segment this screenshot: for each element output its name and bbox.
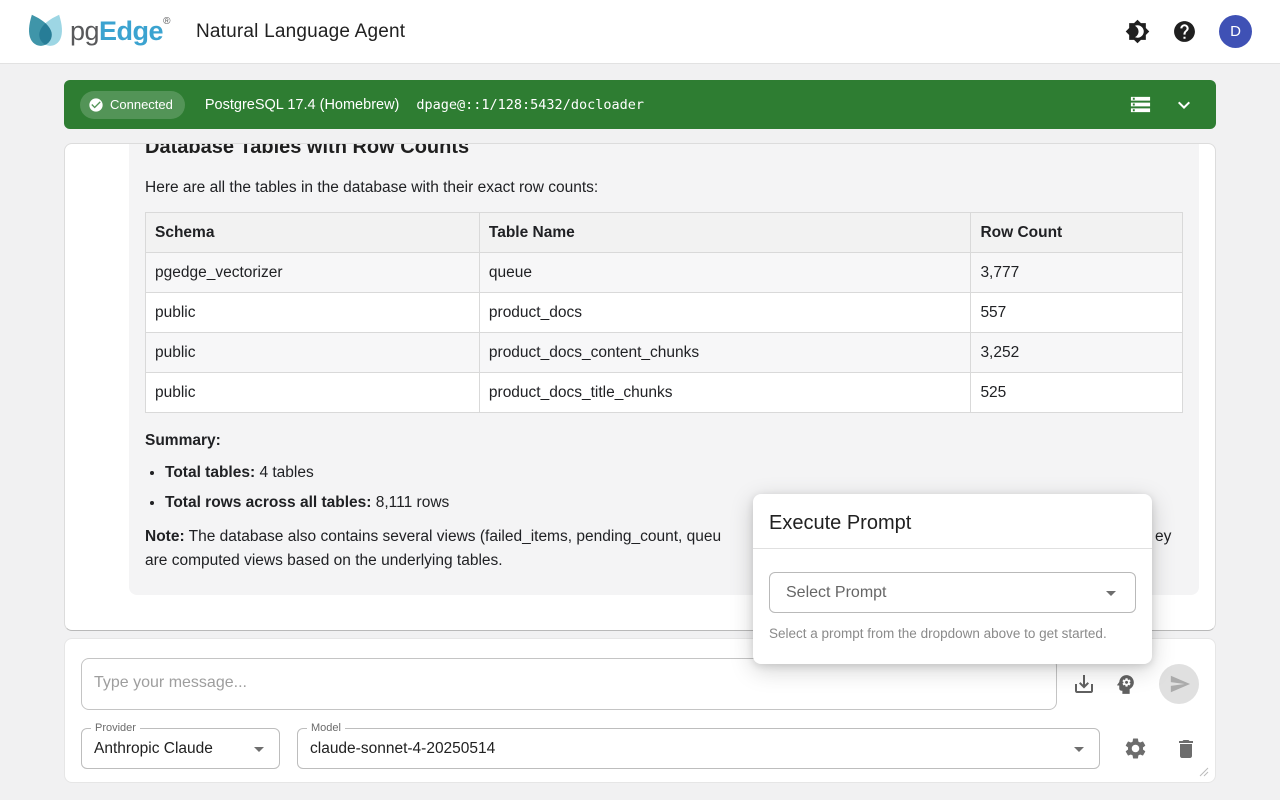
check-circle-icon bbox=[88, 97, 104, 113]
provider-value: Anthropic Claude bbox=[94, 740, 247, 758]
table-row: public product_docs_title_chunks 525 bbox=[146, 373, 1183, 413]
storage-list-icon[interactable] bbox=[1129, 93, 1152, 116]
model-value: claude-sonnet-4-20250514 bbox=[310, 740, 1067, 758]
panel-divider bbox=[753, 548, 1152, 549]
message-intro: Here are all the tables in the database … bbox=[145, 179, 1183, 197]
select-prompt-value: Select Prompt bbox=[786, 584, 1099, 602]
execute-prompt-title: Execute Prompt bbox=[769, 512, 1136, 535]
model-select[interactable]: Model claude-sonnet-4-20250514 bbox=[297, 728, 1100, 769]
download-icon[interactable] bbox=[1072, 672, 1096, 696]
caret-down-icon bbox=[1067, 737, 1091, 761]
col-header-schema: Schema bbox=[146, 213, 480, 253]
brand-wordmark: pgEdge® bbox=[70, 16, 170, 47]
provider-select[interactable]: Provider Anthropic Claude bbox=[81, 728, 280, 769]
message-input[interactable] bbox=[81, 658, 1057, 710]
connection-bar: Connected PostgreSQL 17.4 (Homebrew) dpa… bbox=[64, 80, 1216, 129]
table-row: public product_docs_content_chunks 3,252 bbox=[146, 333, 1183, 373]
psychology-icon[interactable] bbox=[1113, 672, 1138, 697]
provider-label: Provider bbox=[91, 722, 140, 734]
user-avatar[interactable]: D bbox=[1219, 15, 1252, 48]
db-tables-table: Schema Table Name Row Count pgedge_vecto… bbox=[145, 212, 1183, 413]
page-title: Natural Language Agent bbox=[196, 21, 405, 43]
select-prompt-dropdown[interactable]: Select Prompt bbox=[769, 572, 1136, 613]
pgedge-logo-icon bbox=[24, 11, 68, 53]
help-icon[interactable] bbox=[1172, 19, 1197, 44]
list-item: Total tables: 4 tables bbox=[165, 464, 1183, 482]
server-version-label: PostgreSQL 17.4 (Homebrew) bbox=[205, 97, 400, 113]
gear-icon[interactable] bbox=[1123, 736, 1148, 761]
model-label: Model bbox=[307, 722, 345, 734]
table-row: public product_docs 557 bbox=[146, 293, 1183, 333]
app-header: pgEdge® Natural Language Agent D bbox=[0, 0, 1280, 64]
table-header-row: Schema Table Name Row Count bbox=[146, 213, 1183, 253]
caret-down-icon bbox=[247, 737, 271, 761]
trash-icon[interactable] bbox=[1174, 737, 1198, 761]
connection-status-label: Connected bbox=[110, 97, 173, 112]
send-icon bbox=[1167, 673, 1191, 695]
note-line-end-fragment: ey bbox=[1155, 525, 1171, 549]
table-row: pgedge_vectorizer queue 3,777 bbox=[146, 253, 1183, 293]
caret-down-icon bbox=[1099, 581, 1123, 605]
col-header-table-name: Table Name bbox=[479, 213, 971, 253]
message-heading: Database Tables with Row Counts bbox=[145, 143, 1183, 159]
connection-status-badge: Connected bbox=[80, 91, 185, 119]
connection-dsn: dpage@::1/128:5432/docloader bbox=[416, 97, 644, 113]
execute-prompt-panel: Execute Prompt Select Prompt Select a pr… bbox=[753, 494, 1152, 664]
send-button[interactable] bbox=[1159, 664, 1199, 704]
dark-mode-toggle-icon[interactable] bbox=[1125, 19, 1150, 44]
col-header-row-count: Row Count bbox=[971, 213, 1183, 253]
resize-grip[interactable] bbox=[1199, 767, 1209, 777]
select-prompt-helper-text: Select a prompt from the dropdown above … bbox=[769, 626, 1136, 641]
summary-label: Summary: bbox=[145, 432, 1183, 450]
chevron-down-icon[interactable] bbox=[1172, 93, 1196, 117]
pgedge-brand: pgEdge® bbox=[24, 11, 170, 53]
